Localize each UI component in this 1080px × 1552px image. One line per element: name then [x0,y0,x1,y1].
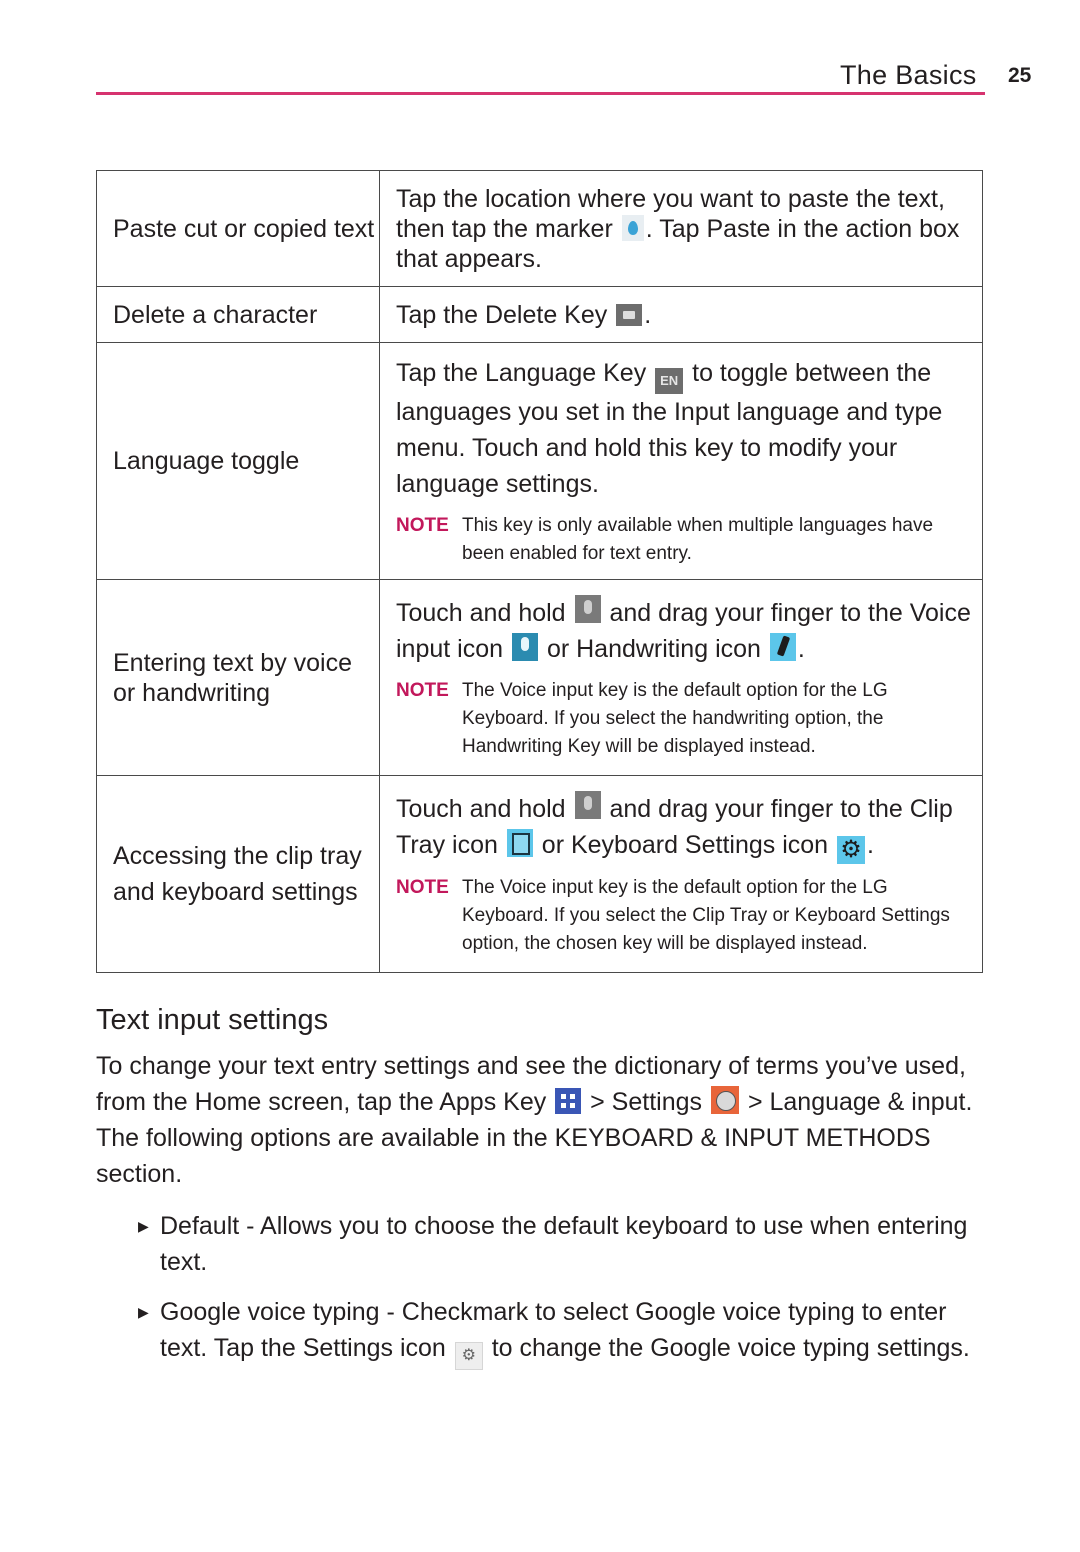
feature-label: Delete a character [113,300,318,329]
header-rule [96,92,985,95]
delete-key-icon [616,303,643,326]
page-number: 25 [1008,64,1032,87]
note: NOTE The Voice input key is the default … [396,874,974,958]
section-intro: To change your text entry settings and s… [96,1048,976,1192]
clip-tray-icon [506,828,533,857]
feature-cell: Delete a character [96,286,380,343]
description-text: Tap the location where you want to paste… [396,184,974,274]
description-text: Touch and hold and drag your finger to t… [396,790,974,864]
description-part: . [867,830,874,859]
note: NOTE The Voice input key is the default … [396,677,974,761]
list-item-text: Google voice typing - Checkmark to selec… [160,1294,986,1370]
list-item-part: to change the Google voice typing settin… [491,1334,970,1362]
description-part: Touch and hold [396,794,566,823]
bullet-arrow-icon: ▶ [138,1304,149,1320]
feature-label: Paste cut or copied text [113,214,375,243]
intro-part: > Settings [590,1088,703,1116]
feature-label: Accessing the clip tray and keyboard set… [113,842,362,906]
note-label: NOTE [396,514,449,536]
keyboard-features-table: Paste cut or copied text Tap the locatio… [96,170,983,973]
description-text: Touch and hold and drag your finger to t… [396,594,974,667]
feature-label: Language toggle [113,447,300,475]
table-row: Paste cut or copied text Tap the locatio… [96,170,983,287]
feature-label: Entering text by voice or handwriting [113,648,353,707]
description-cell: Tap the Delete Key . [379,286,983,343]
description-part: . [644,300,652,329]
feature-cell: Language toggle [96,342,380,580]
list-item: ▶ Default - Allows you to choose the def… [96,1208,986,1280]
description-text: Tap the Language Key EN to toggle betwee… [396,355,974,502]
feature-cell: Paste cut or copied text [96,170,380,287]
section-heading: Text input settings [96,1004,329,1036]
note-text: This key is only available when multiple… [462,514,934,564]
description-part: . [797,634,805,663]
table-row: Accessing the clip tray and keyboard set… [96,775,983,973]
description-part: Tap the Delete Key [396,300,608,329]
voice-input-icon [511,632,538,661]
note-label: NOTE [396,679,449,701]
note-text: The Voice input key is the default optio… [462,876,950,954]
description-cell: Tap the Language Key EN to toggle betwee… [379,342,983,580]
settings-icon: ⚙ [454,1342,483,1370]
description-cell: Touch and hold and drag your finger to t… [379,579,983,776]
description-part: or Handwriting icon [546,634,761,663]
description-part: Touch and hold [396,598,566,627]
multi-function-key-icon [574,594,601,623]
note-text: The Voice input key is the default optio… [462,679,888,757]
feature-cell: Accessing the clip tray and keyboard set… [96,775,380,973]
settings-app-icon [710,1086,739,1114]
description-part: Tap the Language Key [396,358,647,387]
note-label: NOTE [396,876,449,898]
list-item-text: Default - Allows you to choose the defau… [160,1212,968,1276]
table-row: Language toggle Tap the Language Key EN … [96,342,983,580]
handwriting-icon [769,632,796,661]
options-list: ▶ Default - Allows you to choose the def… [96,1208,986,1384]
language-key-icon: EN [655,367,684,394]
marker-icon [621,214,644,241]
description-cell: Touch and hold and drag your finger to t… [379,775,983,973]
header-section-title: The Basics [840,60,977,90]
feature-cell: Entering text by voice or handwriting [96,579,380,776]
bullet-arrow-icon: ▶ [138,1218,149,1234]
keyboard-settings-icon: ⚙ [837,835,866,864]
note: NOTE This key is only available when mul… [396,512,974,568]
apps-key-icon [555,1088,582,1114]
multi-function-key-icon [574,790,601,819]
table-row: Entering text by voice or handwriting To… [96,579,983,776]
table-row: Delete a character Tap the Delete Key . [96,286,983,343]
list-item: ▶ Google voice typing - Checkmark to sel… [96,1294,986,1370]
description-part: or Keyboard Settings icon [541,830,829,859]
description-text: Tap the Delete Key . [396,297,974,333]
description-cell: Tap the location where you want to paste… [379,170,983,287]
